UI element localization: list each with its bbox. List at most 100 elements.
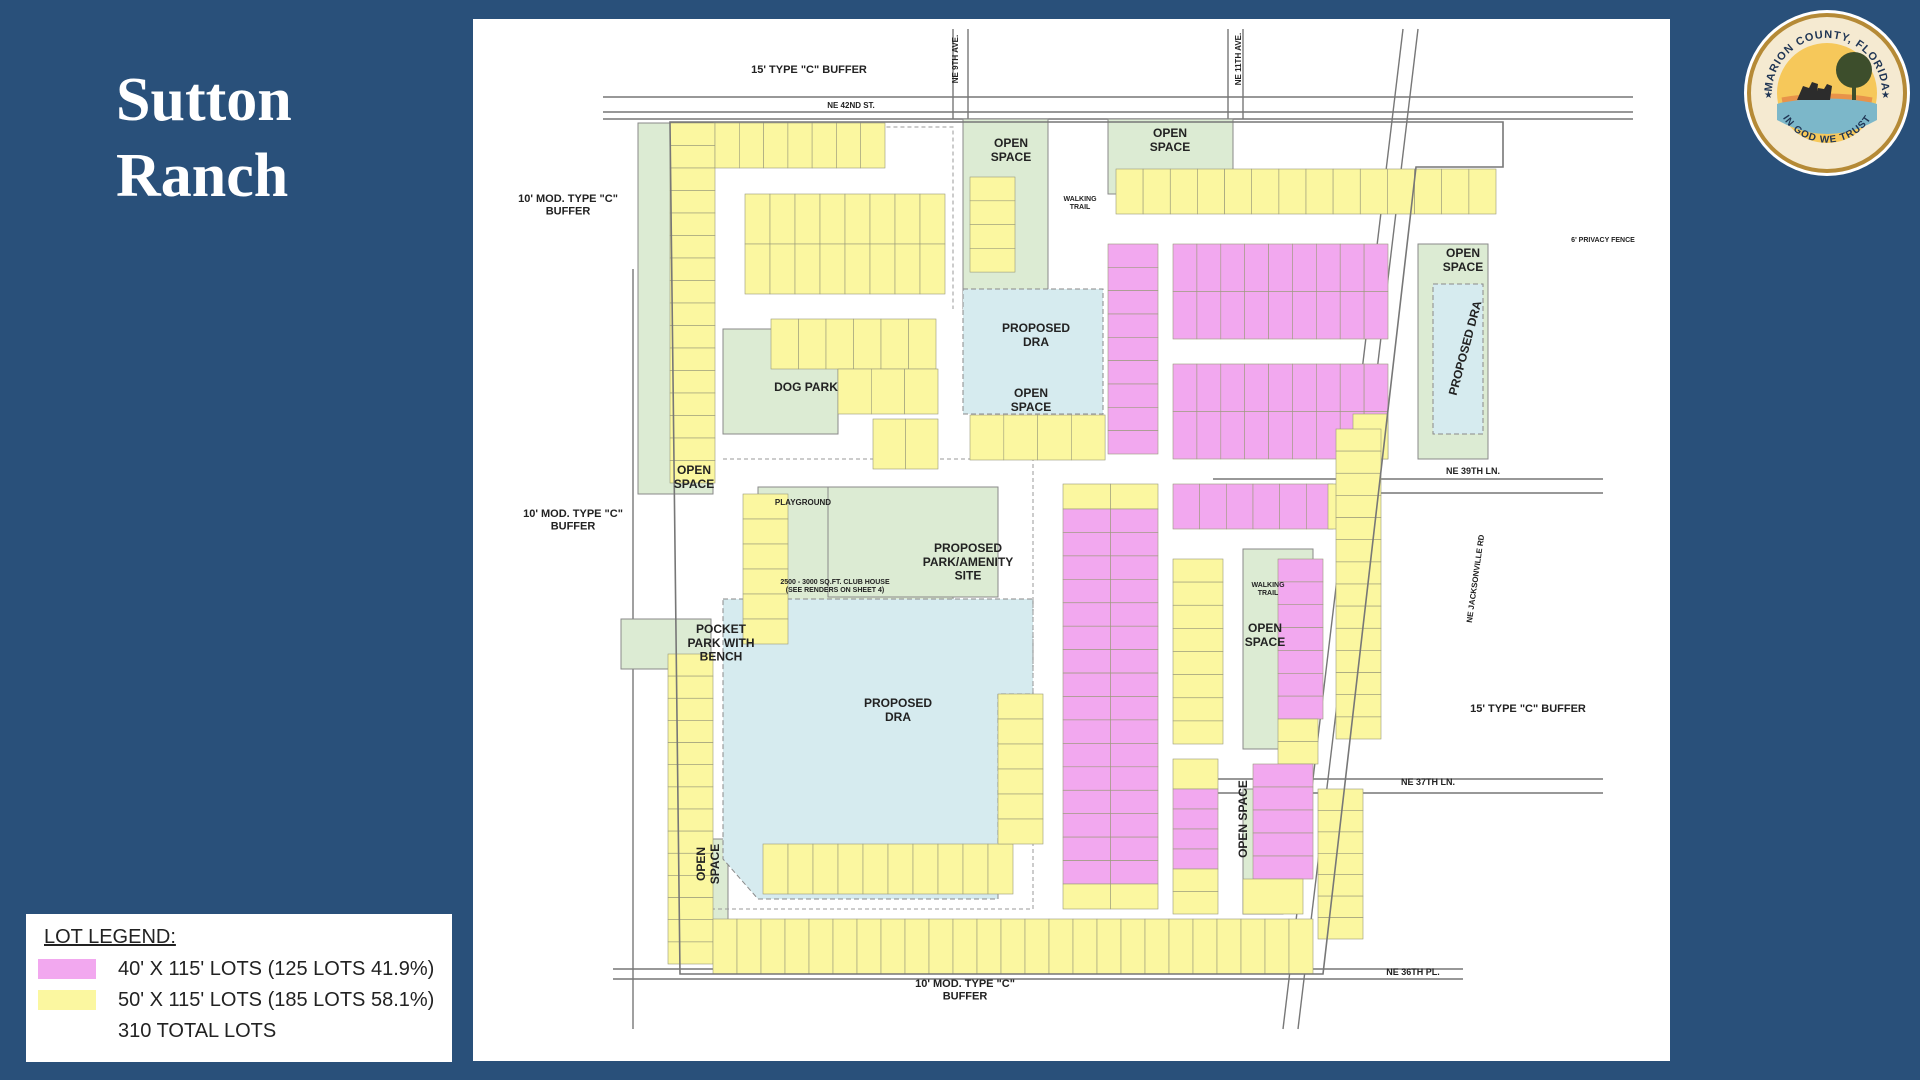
lot-40ft — [1244, 291, 1269, 340]
lot-40ft — [1110, 508, 1159, 533]
lot-50ft — [1332, 168, 1361, 215]
lot-50ft — [908, 318, 937, 370]
lot-50ft — [869, 193, 896, 245]
lot-50ft — [837, 843, 864, 895]
label-street-jacksonville: NE JACKSONVILLE RD — [1465, 534, 1486, 624]
label-open-space: OPEN SPACE — [1236, 780, 1250, 858]
lot-40ft — [1252, 763, 1314, 788]
lot-50ft — [1414, 168, 1442, 215]
lot-50ft — [770, 318, 799, 370]
marion-county-seal-icon: MARION COUNTY, FLORIDA IN GOD WE TRUST ★… — [1742, 8, 1912, 178]
lot-50ft — [744, 243, 771, 295]
lot-50ft — [1192, 918, 1218, 975]
lot-40ft — [1244, 363, 1269, 412]
lot-50ft — [669, 392, 716, 416]
lot-50ft — [669, 235, 716, 259]
lot-50ft — [853, 318, 882, 370]
lot-50ft — [1070, 414, 1106, 461]
lot-40ft — [1110, 532, 1159, 557]
lot-50ft — [1335, 561, 1382, 585]
lot-50ft — [769, 243, 796, 295]
lot-50ft — [869, 243, 896, 295]
lot-40ft — [1363, 363, 1389, 412]
lot-50ft — [669, 302, 716, 326]
lot-50ft — [1240, 918, 1266, 975]
lot-40ft — [1107, 406, 1159, 431]
lot-50ft — [1000, 918, 1026, 975]
lot-50ft — [1277, 741, 1319, 765]
lot-40ft — [1062, 719, 1111, 744]
lot-50ft — [669, 257, 716, 281]
lot-40ft — [1292, 243, 1317, 292]
lot-50ft — [760, 918, 786, 975]
lot-50ft — [669, 280, 716, 304]
lot-50ft — [738, 122, 764, 169]
lot-50ft — [669, 190, 716, 214]
label-street-39th-ln: NE 39TH LN. — [1446, 466, 1500, 476]
lot-40ft — [1315, 363, 1341, 412]
lot-40ft — [1225, 483, 1254, 530]
lot-40ft — [1110, 672, 1159, 697]
lot-40ft — [1339, 363, 1365, 412]
lot-50ft — [887, 843, 914, 895]
lot-50ft — [811, 122, 837, 169]
lot-50ft — [1288, 918, 1314, 975]
lot-50ft — [825, 318, 854, 370]
lot-50ft — [669, 437, 716, 461]
label-privacy-fence: 6' PRIVACY FENCE — [1571, 237, 1635, 244]
lot-50ft — [714, 122, 740, 169]
lot-50ft — [798, 318, 827, 370]
lot-40ft — [1107, 360, 1159, 385]
lot-50ft — [1169, 168, 1198, 215]
title-line-1: Sutton — [116, 66, 292, 134]
lot-50ft — [1197, 168, 1225, 215]
lot-40ft — [1277, 558, 1324, 583]
lot-50ft — [1317, 852, 1364, 875]
lot-40ft — [1110, 625, 1159, 650]
lot-50ft — [1062, 483, 1111, 510]
lot-50ft — [880, 918, 906, 975]
lot-40ft — [1363, 243, 1389, 292]
lot-40ft — [1268, 411, 1293, 460]
lot-40ft — [1252, 855, 1314, 880]
lot-50ft — [742, 593, 789, 620]
lot-50ft — [1251, 168, 1280, 215]
lot-50ft — [1335, 716, 1382, 740]
lot-40ft — [1107, 383, 1159, 408]
lot-40ft — [1172, 411, 1198, 460]
lot-40ft — [1315, 291, 1341, 340]
lot-50ft — [1264, 918, 1290, 975]
lot-50ft — [769, 193, 796, 245]
lot-50ft — [787, 843, 814, 895]
lot-50ft — [844, 243, 871, 295]
lot-50ft — [1062, 883, 1111, 910]
label-buffer-bottom: 10' MOD. TYPE "C" BUFFER — [915, 978, 1015, 1003]
lot-40ft — [1244, 411, 1269, 460]
lot-40ft — [1062, 625, 1111, 650]
lot-50ft — [894, 243, 921, 295]
lot-40ft — [1277, 581, 1324, 606]
lot-50ft — [1172, 604, 1224, 629]
lot-40ft — [1252, 809, 1314, 834]
lot-50ft — [928, 918, 954, 975]
lot-40ft — [1062, 532, 1111, 557]
lot-40ft — [1107, 313, 1159, 338]
lot-50ft — [1468, 168, 1497, 215]
lot-40ft — [1110, 789, 1159, 814]
lot-50ft — [669, 145, 716, 169]
lot-40ft — [1110, 649, 1159, 674]
lot-50ft — [1335, 428, 1382, 452]
lot-40ft — [1110, 860, 1159, 885]
site-plan: 15' TYPE "C" BUFFER NE 42ND ST. NE 9TH AVE… — [473, 19, 1670, 1061]
lot-50ft — [763, 122, 789, 169]
lot-50ft — [742, 518, 789, 545]
lot-50ft — [962, 843, 989, 895]
lot-50ft — [1317, 895, 1364, 918]
lot-50ft — [1317, 831, 1364, 854]
lot-50ft — [1037, 414, 1072, 461]
lot-50ft — [969, 200, 1016, 225]
label-open-space: OPENSPACE — [674, 463, 714, 491]
label-street-9th-ave: NE 9TH AVE. — [951, 35, 960, 83]
lot-40ft — [1268, 291, 1293, 340]
lot-50ft — [669, 122, 716, 146]
